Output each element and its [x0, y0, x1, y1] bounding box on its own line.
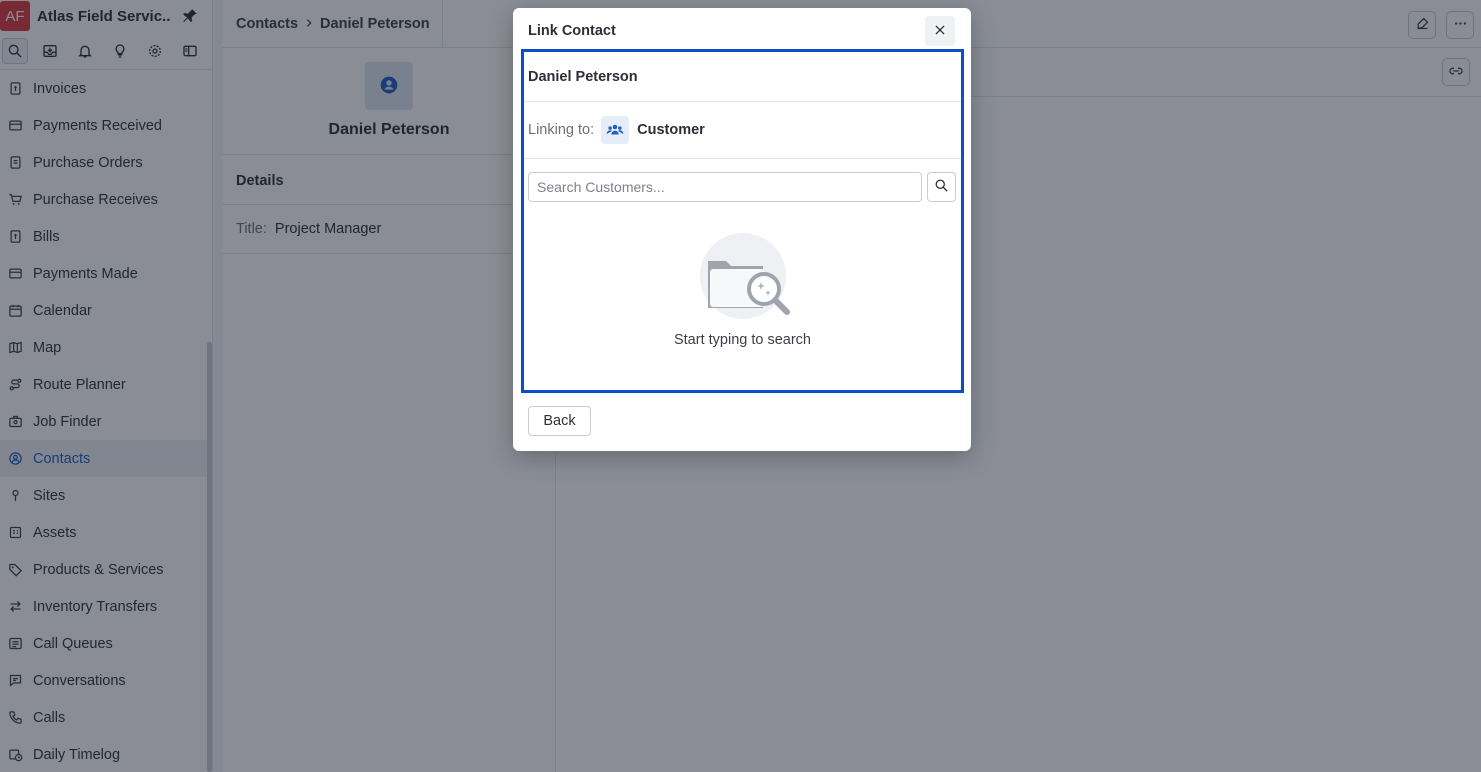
dialog-content: Daniel Peterson Linking to: Customer Sta… — [521, 49, 964, 393]
back-button[interactable]: Back — [528, 406, 591, 436]
dialog-contact-name: Daniel Peterson — [524, 52, 961, 102]
close-button[interactable] — [925, 16, 955, 46]
link-contact-dialog: Link Contact Daniel Peterson Linking to:… — [513, 8, 971, 451]
empty-state-text: Start typing to search — [673, 332, 811, 348]
customers-icon — [601, 116, 630, 144]
linking-target: Linking to: Customer — [524, 102, 961, 159]
search-button[interactable] — [927, 172, 956, 202]
empty-search-illustration — [698, 233, 798, 323]
linking-label: Linking to: — [528, 122, 595, 138]
dialog-title: Link Contact — [528, 23, 616, 39]
search-icon — [934, 178, 949, 196]
search-customers-input[interactable] — [528, 172, 922, 202]
close-icon — [933, 23, 947, 40]
linking-value: Customer — [637, 122, 705, 138]
